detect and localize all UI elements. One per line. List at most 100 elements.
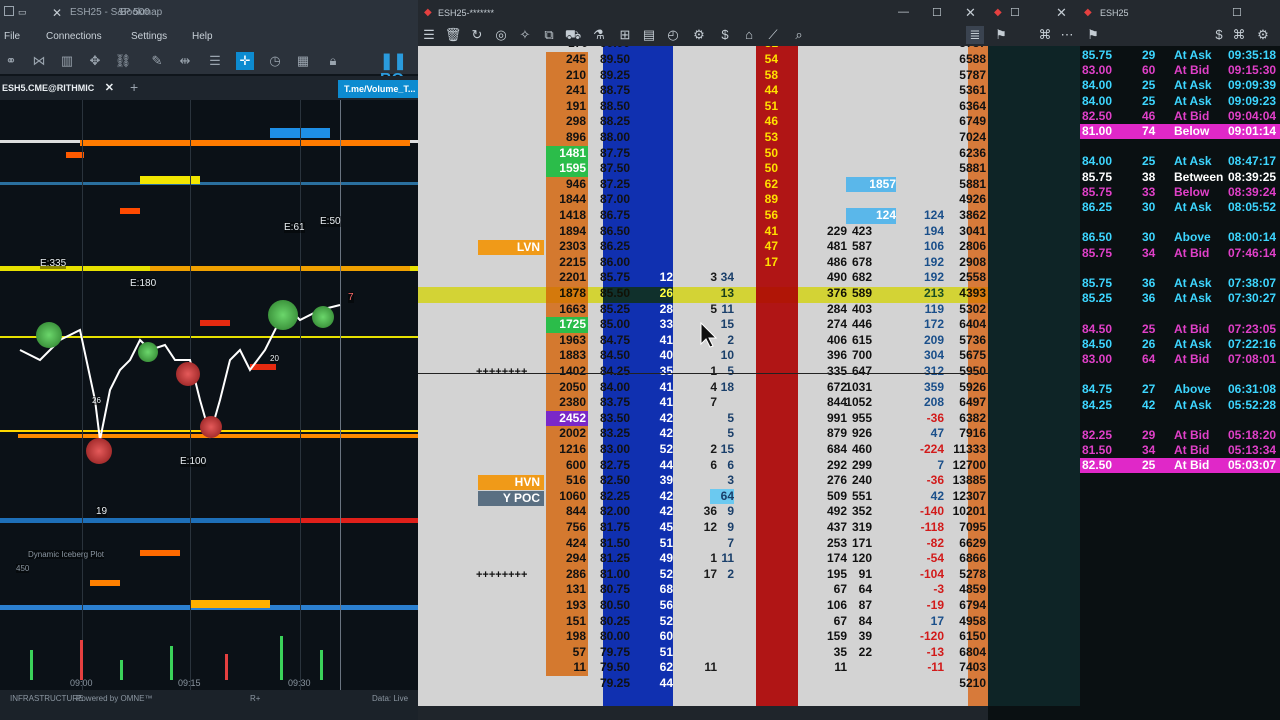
timer-icon[interactable]: ◷	[266, 52, 284, 70]
trade-row[interactable]: 84.00 25 At Ask 09:09:39	[1080, 78, 1280, 93]
trade-row[interactable]: 86.25 30 At Ask 08:05:52	[1080, 200, 1280, 215]
close-icon[interactable]: ✕	[965, 5, 976, 21]
ladder-row[interactable]: 193 80.50 56 106 87 -19 6794	[418, 598, 988, 614]
trade-row[interactable]: 84.25 42 At Ask 05:52:28	[1080, 398, 1280, 413]
trade-row[interactable]: 82.25 29 At Bid 05:18:20	[1080, 428, 1280, 443]
maximize-icon[interactable]: ☐	[1232, 6, 1242, 19]
instrument-tab[interactable]: ESH5.CME@RITHMIC ✕	[0, 76, 120, 100]
trade-row[interactable]: 85.75 36 At Ask 07:38:07	[1080, 276, 1280, 291]
trade-row[interactable]: 82.50 25 At Bid 05:03:07	[1080, 458, 1280, 474]
trade-row[interactable]: 85.75 34 At Bid 07:46:14	[1080, 246, 1280, 261]
gear-icon[interactable]: ⚙	[690, 26, 708, 44]
menu-file[interactable]: File	[4, 31, 20, 42]
ladder-row[interactable]: 1216 83.00 52 2 15 684 460 -224 11333	[418, 442, 988, 458]
link-chain-icon[interactable]: ⛓	[114, 52, 132, 70]
add-tab-button[interactable]: +	[130, 79, 138, 95]
trade-row[interactable]: 81.50 34 At Bid 05:13:34	[1080, 443, 1280, 458]
cart-icon[interactable]: ⛟	[564, 26, 582, 44]
target-icon[interactable]: ◎	[492, 26, 510, 44]
ladder-row[interactable]: 1663 85.25 28 5 11 284 403 119 5302	[418, 301, 988, 318]
ts-filter-icon[interactable]: ⚑	[992, 26, 1010, 44]
ts-gamepad-icon[interactable]: ⌘	[1036, 26, 1054, 44]
ladder-row[interactable]: 1418 86.75 56 124 124 3862	[418, 208, 988, 224]
trade-row[interactable]: 84.00 25 At Ask 08:47:17	[1080, 154, 1280, 169]
ladder-row[interactable]: 1844 87.00 89 4926	[418, 192, 988, 208]
heatmap-chart[interactable]: E:335 E:180 E:61 E:50 E:100 7 20 26 19 D…	[0, 100, 418, 690]
lock-icon[interactable]: 🔒︎	[324, 52, 342, 70]
trade-row[interactable]: 81.00 74 Below 09:01:14	[1080, 124, 1280, 139]
trade-row[interactable]: 86.50 30 Above 08:00:14	[1080, 230, 1280, 245]
ladder-row[interactable]: 294 81.25 49 1 11 174 120 -54 6866	[418, 551, 988, 567]
ts-dollar-icon[interactable]: $	[1210, 26, 1228, 44]
clock-icon[interactable]: ◴	[664, 26, 682, 44]
link-tab[interactable]: T.me/Volume_T...	[338, 80, 418, 98]
ladder-row[interactable]: 298 88.25 46 6749	[418, 114, 988, 130]
trade-row[interactable]: 84.50 25 At Bid 07:23:05	[1080, 322, 1280, 337]
trade-row[interactable]: 84.75 27 Above 06:31:08	[1080, 382, 1280, 397]
ts-gamepad-icon-2[interactable]: ⌘	[1230, 26, 1248, 44]
columns-icon[interactable]: ▤	[640, 26, 658, 44]
ladder-row[interactable]: 2050 84.00 41 4 18 672 1031 359 5926	[418, 379, 988, 396]
menu-connections[interactable]: Connections	[46, 31, 102, 42]
trade-row[interactable]: 85.75 33 Below 08:39:24	[1080, 185, 1280, 200]
time-sales-list[interactable]: 85.75 29 At Ask 09:35:18 83.00 60 At Bid 09:15:…	[1080, 48, 1280, 708]
ladder-row[interactable]: 191 88.50 51 6364	[418, 98, 988, 115]
trade-row[interactable]: 85.75 38 Between 08:39:25	[1080, 170, 1280, 185]
ladder-row[interactable]: 946 87.25 62 1857 5881	[418, 176, 988, 193]
close-icon[interactable]: ✕	[52, 6, 62, 20]
ts-gear-icon[interactable]: ⚙	[1254, 26, 1272, 44]
ruler-icon[interactable]: ⇹	[176, 52, 194, 70]
ladder-row[interactable]: 1894 86.50 41 229 423 194 3041	[418, 223, 988, 240]
ladder-row[interactable]: 896 88.00 53 7024	[418, 130, 988, 146]
ladder-row[interactable]: 2201 85.75 12 3 34 490 682 192 2558	[418, 270, 988, 286]
grid-icon[interactable]: ⊞	[616, 26, 634, 44]
menu-settings[interactable]: Settings	[131, 31, 167, 42]
search-icon[interactable]: ⌕	[790, 26, 808, 44]
trade-row[interactable]: 83.00 60 At Bid 09:15:30	[1080, 63, 1280, 78]
trade-row[interactable]: 83.00 64 At Bid 07:08:01	[1080, 352, 1280, 367]
trade-row[interactable]: 84.50 26 At Ask 07:22:16	[1080, 337, 1280, 352]
menu-help[interactable]: Help	[192, 31, 213, 42]
ladder-row[interactable]: 844 82.00 42 36 9 492 352 -140 10201	[418, 504, 988, 520]
gamepad-icon[interactable]: ⌂	[740, 26, 758, 44]
settings-list-icon[interactable]: ≣	[966, 26, 984, 44]
ladder-row[interactable]: 245 89.50 54 6588	[418, 52, 988, 68]
ladder-row[interactable]: 2380 83.75 41 7 844 1052 208 6497	[418, 395, 988, 411]
trade-row[interactable]: 85.25 36 At Ask 07:30:27	[1080, 291, 1280, 306]
ts-more-icon[interactable]: ⋯	[1058, 26, 1076, 44]
link-icon[interactable]: ⚭	[2, 52, 20, 70]
trash-icon[interactable]: 🗑︎	[444, 26, 462, 44]
ladder-row[interactable]: 600 82.75 44 6 6 292 299 7 12700	[418, 457, 988, 474]
chart-icon[interactable]: ▥	[58, 52, 76, 70]
ladder-row[interactable]: 1883 84.50 40 10 396 700 304 5675	[418, 348, 988, 364]
flask-icon[interactable]: ⚗	[590, 26, 608, 44]
close-icon[interactable]: ✕	[1056, 5, 1067, 21]
nodes-icon[interactable]: ⋈	[30, 52, 48, 70]
menu-icon[interactable]: ☰	[420, 26, 438, 44]
ladder-row[interactable]: 210 89.25 58 5787	[418, 67, 988, 84]
ladder-row[interactable]: 2215 86.00 17 486 678 192 2908	[418, 254, 988, 271]
ladder-row[interactable]: 151 80.25 52 67 84 17 4958	[418, 613, 988, 630]
puzzle-icon[interactable]: ✥	[86, 52, 104, 70]
ladder-row[interactable]: 241 88.75 44 5361	[418, 83, 988, 99]
trade-row[interactable]: 84.00 25 At Ask 09:09:23	[1080, 94, 1280, 109]
chat-icon[interactable]: ☰	[206, 52, 224, 70]
refresh-icon[interactable]: ↻	[468, 26, 486, 44]
layers-icon[interactable]: ⧉	[540, 26, 558, 44]
wand-icon[interactable]: ✧	[516, 26, 534, 44]
heatmap-icon[interactable]: ▦	[294, 52, 312, 70]
ladder-row[interactable]: 2002 83.25 42 5 879 926 47 7916	[418, 426, 988, 442]
trade-row[interactable]: 85.75 29 At Ask 09:35:18	[1080, 48, 1280, 63]
graph-icon[interactable]: ⟋	[764, 26, 782, 44]
ladder-row[interactable]: 198 80.00 60 159 39 -120 6150	[418, 629, 988, 645]
ts-filter-icon-2[interactable]: ⚑	[1084, 26, 1102, 44]
price-ladder[interactable]: 17090.0051578724589.5054658821089.255857…	[418, 46, 988, 706]
ladder-row[interactable]: 1481 87.75 50 6236	[418, 145, 988, 162]
minimize-icon[interactable]: —	[898, 6, 909, 18]
ladder-row[interactable]: 11 79.50 62 11 11 -11 7403	[418, 660, 988, 676]
trade-row[interactable]: 82.50 46 At Bid 09:04:04	[1080, 109, 1280, 124]
crosshair-icon[interactable]: ✛	[236, 52, 254, 70]
ladder-row[interactable]: 57 79.75 51 35 22 -13 6804	[418, 644, 988, 661]
minimize-icon[interactable]: ▭	[18, 7, 27, 18]
dollar-icon[interactable]: $	[716, 26, 734, 44]
